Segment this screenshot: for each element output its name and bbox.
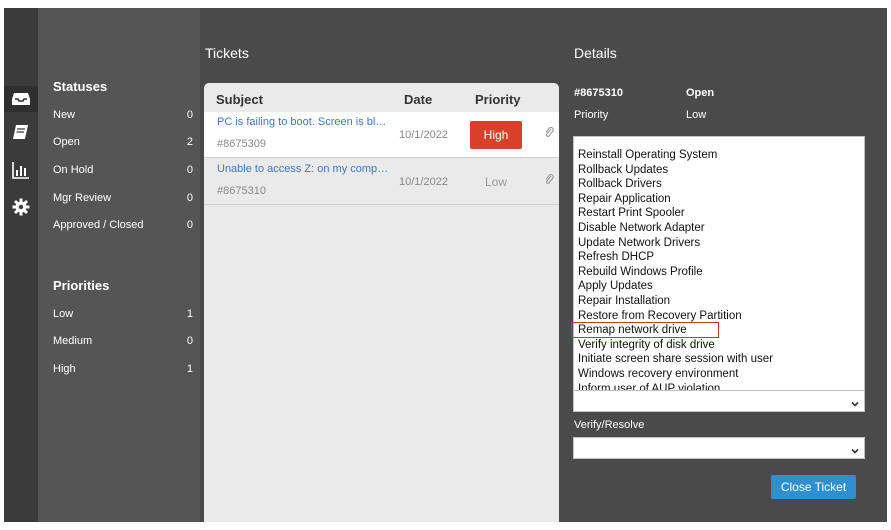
- paperclip-icon: [545, 173, 554, 188]
- priority-badge-high: High: [470, 121, 522, 149]
- ticket-row[interactable]: Unable to access Z: on my computer #8675…: [204, 159, 559, 205]
- action-option[interactable]: Repair Application: [574, 192, 864, 207]
- priority-count: 1: [186, 308, 193, 320]
- priorities-title: Priorities: [53, 278, 110, 293]
- column-header-subject[interactable]: Subject: [216, 92, 263, 107]
- ticket-date: 10/1/2022: [399, 129, 448, 141]
- action-option[interactable]: Restore from Recovery Partition: [574, 309, 864, 324]
- ticket-subject[interactable]: PC is failing to boot. Screen is blank: [217, 116, 389, 128]
- chevron-down-icon: [850, 396, 860, 414]
- column-header-date[interactable]: Date: [404, 92, 432, 107]
- chevron-down-icon: [850, 443, 860, 461]
- status-label: Open: [53, 136, 80, 148]
- status-count: 0: [186, 109, 193, 121]
- verify-resolve-label: Verify/Resolve: [574, 419, 645, 431]
- status-count: 0: [186, 192, 193, 204]
- status-count: 0: [186, 219, 193, 231]
- priority-count: 0: [186, 335, 193, 347]
- app-window: Statuses New 0 Open 2 On Hold 0 Mgr Review 0…: [4, 8, 887, 522]
- priority-badge-low: Low: [484, 175, 507, 189]
- action-option[interactable]: Update Network Drivers: [574, 236, 864, 251]
- action-option[interactable]: Disable Network Adapter: [574, 221, 864, 236]
- paperclip-icon: [545, 126, 554, 141]
- ticket-subject[interactable]: Unable to access Z: on my computer: [217, 163, 389, 175]
- status-label: On Hold: [53, 164, 94, 176]
- ticket-id: #8675310: [217, 185, 266, 197]
- priority-item-low[interactable]: Low 1: [53, 308, 193, 320]
- action-option[interactable]: Reinstall Operating System: [574, 148, 864, 163]
- statuses-title: Statuses: [53, 79, 108, 94]
- status-count: 2: [186, 136, 193, 148]
- priority-count: 1: [186, 363, 193, 375]
- priority-label: Medium: [53, 335, 93, 347]
- status-item-mgr-review[interactable]: Mgr Review 0: [53, 192, 193, 204]
- priority-item-high[interactable]: High 1: [53, 363, 193, 375]
- verify-resolve-select[interactable]: [573, 437, 865, 459]
- action-option[interactable]: Windows recovery environment: [574, 367, 864, 382]
- details-title: Details: [574, 45, 617, 61]
- status-count: 0: [186, 164, 193, 176]
- detail-ticket-id: #8675310: [574, 87, 623, 99]
- status-label: New: [53, 109, 76, 121]
- action-option[interactable]: Rollback Drivers: [574, 177, 864, 192]
- tickets-title: Tickets: [205, 45, 249, 61]
- action-option[interactable]: Verify integrity of disk drive: [574, 338, 864, 353]
- detail-priority-value: Low: [686, 109, 707, 121]
- resolution-action-list[interactable]: Reinstall Operating System Rollback Updat…: [571, 136, 865, 396]
- action-option[interactable]: Remap network drive: [571, 322, 864, 338]
- priority-item-medium[interactable]: Medium 0: [53, 335, 193, 347]
- chart-icon[interactable]: [10, 159, 32, 181]
- close-ticket-button[interactable]: Close Ticket: [771, 475, 856, 499]
- action-option[interactable]: Rebuild Windows Profile: [574, 265, 864, 280]
- priority-label: High: [53, 363, 76, 375]
- priority-label: Low: [53, 308, 74, 320]
- action-option[interactable]: Initiate screen share session with user: [574, 352, 864, 367]
- status-item-new[interactable]: New 0: [53, 109, 193, 121]
- filter-sidebar: Statuses New 0 Open 2 On Hold 0 Mgr Review 0…: [38, 8, 200, 522]
- action-option[interactable]: Restart Print Spooler: [574, 206, 864, 221]
- status-item-open[interactable]: Open 2: [53, 136, 193, 148]
- tickets-panel: Subject Date Priority PC is failing to b…: [204, 83, 559, 522]
- resolution-action-select[interactable]: [573, 390, 865, 412]
- status-item-approved-closed[interactable]: Approved / Closed 0: [53, 219, 193, 231]
- book-icon[interactable]: [10, 122, 32, 144]
- status-label: Mgr Review: [53, 192, 112, 204]
- gear-icon[interactable]: [10, 196, 32, 218]
- detail-status: Open: [686, 87, 715, 99]
- status-label: Approved / Closed: [53, 219, 144, 231]
- inbox-icon[interactable]: [4, 86, 38, 112]
- ticket-row[interactable]: PC is failing to boot. Screen is blank #…: [204, 112, 559, 158]
- action-option[interactable]: Refresh DHCP: [574, 250, 864, 265]
- detail-priority-label: Priority: [574, 109, 609, 121]
- ticket-date: 10/1/2022: [399, 176, 448, 188]
- action-option[interactable]: Rollback Updates: [574, 163, 864, 178]
- column-header-priority[interactable]: Priority: [475, 92, 521, 107]
- status-item-on-hold[interactable]: On Hold 0: [53, 164, 193, 176]
- icon-rail: [4, 8, 38, 522]
- action-option[interactable]: Repair Installation: [574, 294, 864, 309]
- ticket-id: #8675309: [217, 138, 266, 150]
- action-option[interactable]: Apply Updates: [574, 279, 864, 294]
